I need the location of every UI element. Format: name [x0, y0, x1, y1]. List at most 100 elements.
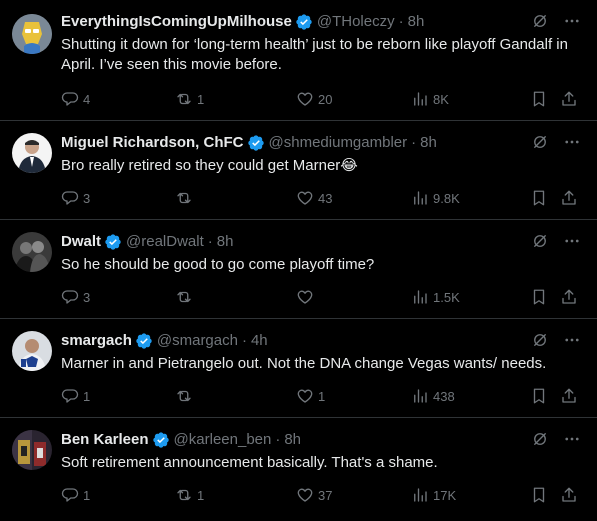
view-count: 8K	[433, 91, 449, 107]
separator-dot: ·	[241, 332, 247, 349]
share-icon	[562, 289, 576, 304]
like-button[interactable]: 1	[296, 386, 325, 406]
timestamp[interactable]: 8h	[408, 12, 425, 32]
bookmark-button[interactable]	[530, 188, 548, 208]
timestamp[interactable]: 8h	[420, 133, 437, 153]
reply-icon	[61, 290, 79, 304]
grok-icon[interactable]	[531, 133, 549, 151]
reply-count: 1	[83, 487, 91, 503]
bookmark-button[interactable]	[530, 89, 548, 109]
reply-icon	[61, 92, 79, 106]
retweet-button[interactable]	[175, 287, 197, 307]
timestamp[interactable]: 8h	[284, 430, 301, 450]
author-name[interactable]: Dwalt	[61, 232, 101, 252]
views-button[interactable]: 8K	[411, 89, 449, 109]
bookmark-icon	[533, 487, 545, 503]
like-count: 43	[318, 190, 333, 206]
share-button[interactable]	[560, 287, 578, 307]
tweet[interactable]: Miguel Richardson, ChFC @shmediumgambler…	[0, 121, 597, 220]
views-icon	[414, 290, 427, 304]
retweet-count: 1	[197, 487, 205, 503]
views-button[interactable]: 9.8K	[411, 188, 460, 208]
author-handle[interactable]: @karleen_ben	[174, 430, 272, 450]
grok-icon[interactable]	[531, 430, 549, 448]
heart-icon	[297, 488, 313, 502]
reply-button[interactable]: 3	[61, 188, 90, 208]
tweet-text: Shutting it down for ‘long-term health’ …	[61, 36, 568, 73]
share-button[interactable]	[560, 386, 578, 406]
author-name[interactable]: Miguel Richardson, ChFC	[61, 133, 244, 153]
view-count: 17K	[433, 487, 457, 503]
author-handle[interactable]: @realDwalt	[126, 232, 204, 252]
author-handle[interactable]: @smargach	[157, 331, 238, 351]
like-button[interactable]: 20	[296, 89, 332, 109]
author-name[interactable]: EverythingIsComingUpMilhouse	[61, 12, 292, 32]
verified-badge-icon	[135, 332, 153, 350]
tweet[interactable]: Dwalt @realDwalt · 8h So he should be go…	[0, 220, 597, 319]
reply-button[interactable]: 1	[61, 485, 90, 505]
grok-icon[interactable]	[531, 12, 549, 30]
like-count: 20	[318, 91, 333, 107]
views-icon	[414, 92, 427, 106]
bookmark-button[interactable]	[530, 386, 548, 406]
bookmark-button[interactable]	[530, 287, 548, 307]
share-button[interactable]	[560, 188, 578, 208]
tweet[interactable]: smargach @smargach · 4h Marner in and Pi…	[0, 319, 597, 418]
reply-button[interactable]: 1	[61, 386, 90, 406]
avatar[interactable]	[12, 133, 52, 173]
timestamp[interactable]: 8h	[217, 232, 234, 252]
more-icon[interactable]	[563, 232, 581, 250]
bookmark-icon	[533, 289, 545, 305]
verified-badge-icon	[104, 233, 122, 251]
author-name[interactable]: Ben Karleen	[61, 430, 149, 450]
tweet[interactable]: Ben Karleen @karleen_ben · 8h Soft retir…	[0, 418, 597, 521]
author-handle[interactable]: @THoleczy	[317, 12, 395, 32]
view-count: 9.8K	[433, 190, 460, 206]
more-icon[interactable]	[563, 12, 581, 30]
reply-button[interactable]: 4	[61, 89, 90, 109]
reply-count: 3	[83, 190, 91, 206]
views-button[interactable]: 438	[411, 386, 455, 406]
reply-button[interactable]: 3	[61, 287, 90, 307]
like-button[interactable]: 37	[296, 485, 332, 505]
retweet-button[interactable]: 1	[175, 485, 204, 505]
like-count: 1	[318, 388, 326, 404]
avatar[interactable]	[12, 430, 52, 470]
grok-icon[interactable]	[531, 232, 549, 250]
avatar[interactable]	[12, 14, 52, 54]
timestamp[interactable]: 4h	[251, 331, 268, 351]
more-icon[interactable]	[563, 331, 581, 349]
reply-count: 4	[83, 91, 91, 107]
avatar[interactable]	[12, 331, 52, 371]
retweet-icon	[177, 291, 191, 303]
like-button[interactable]	[296, 287, 318, 307]
views-button[interactable]: 17K	[411, 485, 456, 505]
retweet-icon	[177, 192, 191, 204]
retweet-button[interactable]	[175, 188, 197, 208]
separator-dot: ·	[398, 13, 404, 30]
author-name[interactable]: smargach	[61, 331, 132, 351]
reply-count: 1	[83, 388, 91, 404]
views-button[interactable]: 1.5K	[411, 287, 460, 307]
tweet[interactable]: EverythingIsComingUpMilhouse @THoleczy ·…	[0, 0, 597, 121]
more-icon[interactable]	[563, 430, 581, 448]
grok-icon[interactable]	[531, 331, 549, 349]
heart-icon	[297, 191, 313, 205]
retweet-icon	[177, 390, 191, 402]
like-button[interactable]: 43	[296, 188, 332, 208]
more-icon[interactable]	[563, 133, 581, 151]
share-icon	[562, 487, 576, 502]
tweet-text: So he should be good to go come playoff …	[61, 256, 375, 273]
share-button[interactable]	[560, 89, 578, 109]
retweet-button[interactable]: 1	[175, 89, 204, 109]
retweet-button[interactable]	[175, 386, 197, 406]
verified-badge-icon	[247, 134, 265, 152]
bookmark-button[interactable]	[530, 485, 548, 505]
share-button[interactable]	[560, 485, 578, 505]
bookmark-icon	[533, 91, 545, 107]
retweet-count: 1	[197, 91, 205, 107]
view-count: 1.5K	[433, 289, 460, 305]
avatar[interactable]	[12, 232, 52, 272]
author-handle[interactable]: @shmediumgambler	[269, 133, 408, 153]
retweet-icon	[177, 93, 191, 105]
